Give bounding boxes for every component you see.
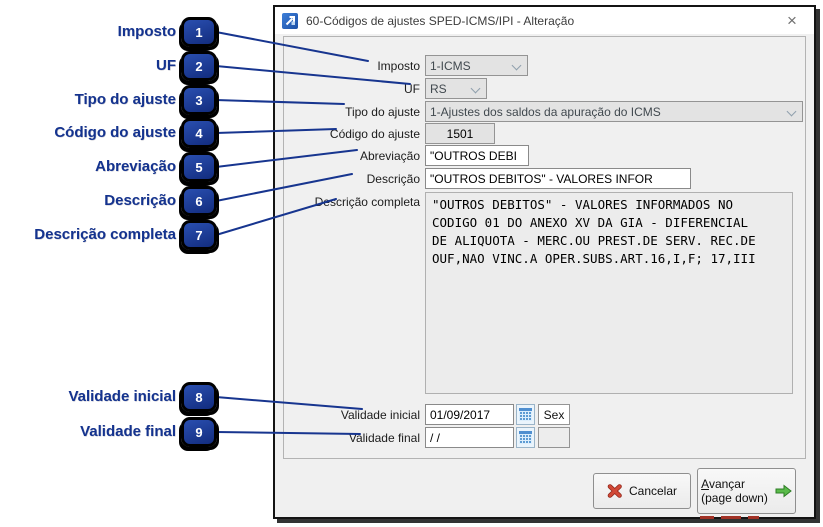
validade-inicial-label: Validade inicial bbox=[288, 408, 420, 422]
next-button-label: Avançar (page down) bbox=[701, 477, 768, 505]
next-page-down-button[interactable]: Avançar (page down) bbox=[697, 468, 796, 514]
descricao-label: Descrição bbox=[288, 172, 420, 186]
tipo-do-ajuste-value: 1-Ajustes dos saldos da apuração do ICMS bbox=[430, 105, 661, 119]
row-codigo-do-ajuste: Código do ajuste bbox=[288, 123, 495, 144]
red-x-icon bbox=[607, 484, 622, 498]
cancel-button-label: Cancelar bbox=[629, 484, 677, 498]
row-validade-inicial: Validade inicial Sex bbox=[288, 404, 570, 425]
abreviacao-label: Abreviação bbox=[288, 149, 420, 163]
codigo-do-ajuste-field[interactable] bbox=[425, 123, 495, 144]
callout-badge-9: 9 bbox=[181, 417, 217, 447]
validade-final-field[interactable] bbox=[425, 427, 514, 448]
dialog-codigos-ajustes: 60-Códigos de ajustes SPED-ICMS/IPI - Al… bbox=[273, 5, 816, 519]
annotation-label-uf: UF bbox=[156, 57, 176, 75]
uf-label: UF bbox=[288, 82, 420, 96]
clipped-red-artifact bbox=[700, 516, 759, 519]
abreviacao-field[interactable] bbox=[425, 145, 529, 166]
annotation-label-validade-inicial: Validade inicial bbox=[68, 388, 176, 406]
cancel-button[interactable]: Cancelar bbox=[593, 473, 691, 509]
annotation-label-abreviacao: Abreviação bbox=[95, 158, 176, 176]
diagonal-arrow-icon bbox=[285, 15, 296, 26]
row-imposto: Imposto 1-ICMS bbox=[288, 55, 528, 76]
row-descricao-completa: Descrição completa "OUTROS DEBITOS" - VA… bbox=[288, 192, 793, 394]
calendar-icon bbox=[519, 408, 532, 421]
annotation-label-imposto: Imposto bbox=[118, 23, 176, 41]
callout-badge-4: 4 bbox=[181, 118, 217, 148]
annotation-label-descricao: Descrição bbox=[104, 192, 176, 210]
row-validade-final: Validade final bbox=[288, 427, 570, 448]
tipo-do-ajuste-dropdown[interactable]: 1-Ajustes dos saldos da apuração do ICMS bbox=[425, 101, 803, 122]
callout-badge-5: 5 bbox=[181, 152, 217, 182]
row-descricao: Descrição bbox=[288, 168, 691, 189]
tipo-do-ajuste-label: Tipo do ajuste bbox=[288, 105, 420, 119]
dialog-title: 60-Códigos de ajustes SPED-ICMS/IPI - Al… bbox=[306, 14, 574, 28]
close-icon[interactable]: × bbox=[778, 10, 806, 31]
validade-final-weekday-box bbox=[538, 427, 570, 448]
annotation-label-tipo-do-ajuste: Tipo do ajuste bbox=[75, 91, 176, 109]
descricao-completa-textarea[interactable]: "OUTROS DEBITOS" - VALORES INFORMADOS NO… bbox=[425, 192, 793, 394]
annotation-label-descricao-completa: Descrição completa bbox=[34, 226, 176, 244]
annotation-label-validade-final: Validade final bbox=[80, 423, 176, 441]
descricao-completa-label: Descrição completa bbox=[288, 192, 420, 209]
imposto-label: Imposto bbox=[288, 59, 420, 73]
screenshot-canvas: 60-Códigos de ajustes SPED-ICMS/IPI - Al… bbox=[0, 0, 823, 527]
uf-value: RS bbox=[430, 82, 447, 96]
callout-badge-2: 2 bbox=[181, 51, 217, 81]
callout-badge-6: 6 bbox=[181, 186, 217, 216]
next-label-rest: vançar bbox=[709, 477, 745, 491]
validade-inicial-field[interactable] bbox=[425, 404, 514, 425]
imposto-dropdown[interactable]: 1-ICMS bbox=[425, 55, 528, 76]
row-uf: UF RS bbox=[288, 78, 487, 99]
app-icon bbox=[282, 13, 298, 29]
calendar-icon bbox=[519, 431, 532, 444]
next-label-line2: (page down) bbox=[701, 491, 768, 505]
annotation-label-codigo-do-ajuste: Código do ajuste bbox=[54, 124, 176, 142]
row-tipo-do-ajuste: Tipo do ajuste 1-Ajustes dos saldos da a… bbox=[288, 101, 803, 122]
uf-dropdown[interactable]: RS bbox=[425, 78, 487, 99]
green-arrow-right-icon bbox=[775, 484, 792, 498]
callout-badge-7: 7 bbox=[181, 220, 217, 250]
descricao-field[interactable] bbox=[425, 168, 691, 189]
validade-final-calendar-button[interactable] bbox=[516, 427, 535, 448]
callout-badge-8: 8 bbox=[181, 382, 217, 412]
dialog-titlebar: 60-Códigos de ajustes SPED-ICMS/IPI - Al… bbox=[275, 7, 814, 34]
validade-inicial-calendar-button[interactable] bbox=[516, 404, 535, 425]
validade-inicial-weekday-box: Sex bbox=[538, 404, 570, 425]
validade-final-label: Validade final bbox=[288, 431, 420, 445]
imposto-value: 1-ICMS bbox=[430, 59, 471, 73]
callout-badge-1: 1 bbox=[181, 17, 217, 47]
row-abreviacao: Abreviação bbox=[288, 145, 529, 166]
callout-badge-3: 3 bbox=[181, 85, 217, 115]
codigo-do-ajuste-label: Código do ajuste bbox=[288, 127, 420, 141]
next-label-initial: A bbox=[701, 477, 709, 491]
